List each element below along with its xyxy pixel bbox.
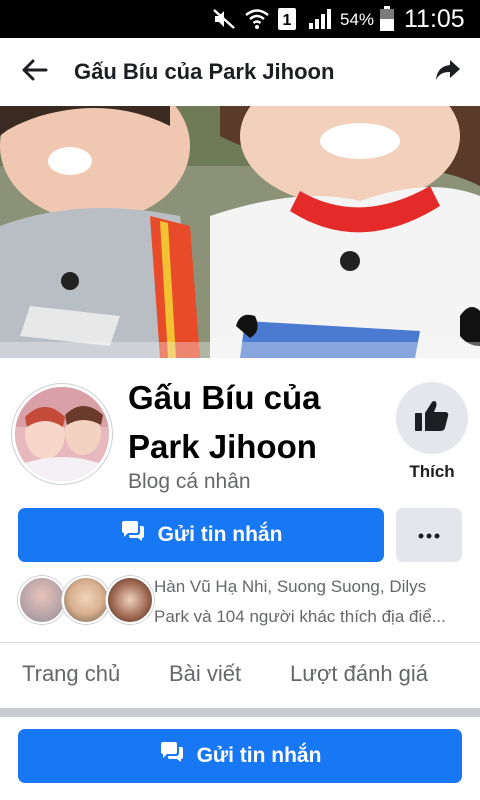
mute-icon (212, 8, 236, 35)
cover-photo-image (0, 106, 480, 358)
page-category: Blog cá nhân (128, 470, 251, 493)
sim-1-icon: 1 (277, 7, 297, 36)
like-label[interactable]: Thích (396, 462, 468, 482)
arrow-left-icon (20, 58, 48, 87)
like-button[interactable] (396, 382, 468, 454)
ellipsis-icon (418, 526, 440, 544)
send-message-label: Gửi tin nhắn (157, 523, 283, 546)
friend-name: Dilys (389, 577, 427, 596)
friend-avatar (18, 576, 66, 624)
tab-reviews[interactable]: Lượt đánh giá (290, 661, 428, 687)
bottom-send-message-label: Gửi tin nhắn (196, 744, 322, 767)
clock: 11:05 (404, 5, 465, 33)
messenger-chat-icon (120, 520, 146, 550)
thumbs-up-icon (414, 399, 450, 438)
friend-name: Suong Suong (276, 577, 380, 596)
signal-icon (308, 8, 332, 35)
wifi-icon (244, 8, 270, 35)
friend-name: Hàn Vũ Hạ Nhi (154, 577, 268, 596)
sim-slot-number: 1 (283, 12, 292, 29)
share-arrow-icon (435, 58, 461, 87)
bottom-action-bar: Gửi tin nhắn (0, 717, 480, 800)
profile-picture-image (15, 387, 109, 481)
friend-avatar (62, 576, 110, 624)
share-button[interactable] (428, 54, 468, 90)
friends-avatars[interactable] (18, 576, 154, 626)
status-bar: 1 54% 11:05 (0, 0, 480, 38)
page-name: Gấu Bíu của Park Jihoon (128, 379, 321, 465)
bottom-send-message-button[interactable]: Gửi tin nhắn (18, 729, 462, 783)
header-title: Gấu Bíu của Park Jihoon (74, 59, 335, 84)
section-divider (0, 708, 480, 717)
friends-like-text[interactable]: Hàn Vũ Hạ Nhi, Suong Suong, Dilys Park v… (154, 572, 464, 632)
tab-posts[interactable]: Bài viết (169, 661, 241, 687)
page-tabs: Trang chủ Bài viết Lượt đánh giá (0, 643, 480, 707)
friend-avatar (106, 576, 154, 624)
friends-like-line-1: Hàn Vũ Hạ Nhi, Suong Suong, Dilys (154, 577, 427, 596)
profile-picture[interactable] (12, 384, 112, 484)
more-options-button[interactable] (396, 508, 462, 562)
battery-percent: 54% (340, 10, 375, 29)
friends-like-line-2: Park và 104 người khác thích địa điể... (154, 607, 446, 626)
send-message-button[interactable]: Gửi tin nhắn (18, 508, 384, 562)
messenger-chat-icon (159, 741, 185, 771)
battery-icon (378, 5, 396, 38)
back-button[interactable] (14, 54, 54, 90)
app-header: Gấu Bíu của Park Jihoon (0, 38, 480, 106)
tab-home[interactable]: Trang chủ (22, 661, 120, 687)
cover-photo[interactable] (0, 106, 480, 358)
